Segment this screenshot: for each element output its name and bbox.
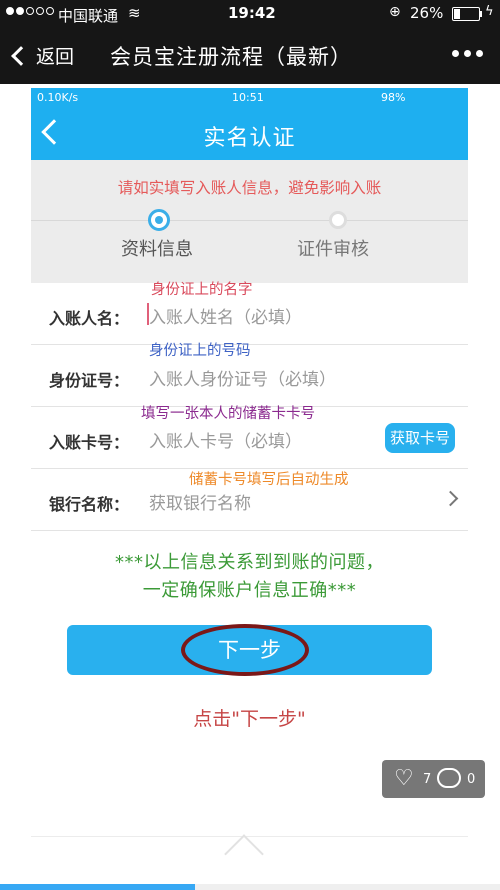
inner-title: 实名认证 [203,126,296,151]
step-line [31,220,468,221]
inner-time: 10:51 [232,91,264,104]
battery-icon [452,7,480,21]
bank-label: 银行名称： [49,495,130,514]
page-title: 会员宝注册流程（最新） [110,45,352,69]
info-line-2: 一定确保账户信息正确*** [142,580,357,601]
name-annotation: 身份证上的名字 [151,282,253,298]
chevron-right-icon [442,490,459,507]
like-count: 7 [423,772,432,787]
back-label: 返回 [36,46,75,68]
inner-header: 实名认证 [31,108,468,160]
status-time: 19:42 [228,4,276,22]
battery-nub [480,11,482,17]
back-button[interactable]: 返回 [8,42,74,69]
embedded-screenshot: 0.10K/s 10:51 98% 实名认证 请如实填写入账人信息，避免影响入账… [31,88,468,874]
chevron-left-icon [11,45,31,66]
inner-status-bar: 0.10K/s 10:51 98% [31,88,468,108]
get-card-button[interactable]: 获取卡号 [385,423,455,453]
card-input[interactable]: 入账人卡号（必填） [149,427,302,452]
step-review-label: 证件审核 [297,239,369,260]
comment-icon[interactable] [437,768,461,788]
id-annotation: 身份证上的号码 [149,343,251,359]
wifi-icon: ≋ [128,4,141,22]
click-annotation: 点击"下一步" [193,708,306,730]
carrier-label: 中国联通 [58,7,119,25]
step-inactive-dot-icon [329,211,347,229]
name-input[interactable]: 入账人姓名（必填） [149,303,302,328]
rotation-lock-icon: ⊕ [389,4,401,20]
id-label: 身份证号： [49,371,130,390]
bank-annotation: 储蓄卡号填写后自动生成 [189,472,349,488]
step-active-dot-icon [148,209,170,231]
more-menu-button[interactable] [452,50,483,57]
warning-text: 请如实填写入账人信息，避免影响入账 [117,179,382,197]
highlight-circle [181,624,309,676]
bank-input[interactable]: 获取银行名称 [149,489,251,514]
bottom-divider [31,836,468,837]
status-bar: 中国联通 ≋ 19:42 ⊕ 26% ϟ [0,0,500,28]
reading-progress-fill [0,884,195,890]
signal-dots-icon [6,7,54,15]
step-info-label: 资料信息 [121,239,193,260]
name-label: 入账人名： [49,309,130,328]
reading-progress-bar [0,884,500,890]
heart-icon[interactable]: ♡ [394,766,414,791]
social-bar: ♡ 7 0 [382,760,485,798]
card-label: 入账卡号： [49,433,130,452]
card-annotation: 填写一张本人的储蓄卡卡号 [141,406,315,422]
inner-battery: 98% [381,91,406,104]
comment-count: 0 [467,772,476,787]
nav-bar: 返回 会员宝注册流程（最新） [0,28,500,84]
info-line-1: ***以上信息关系到到账的问题， [115,552,384,573]
battery-percent: 26% [410,4,444,22]
inner-network-speed: 0.10K/s [37,91,79,104]
charging-bolt-icon: ϟ [485,4,494,19]
chevron-up-icon [224,834,264,874]
id-input[interactable]: 入账人身份证号（必填） [149,365,336,390]
